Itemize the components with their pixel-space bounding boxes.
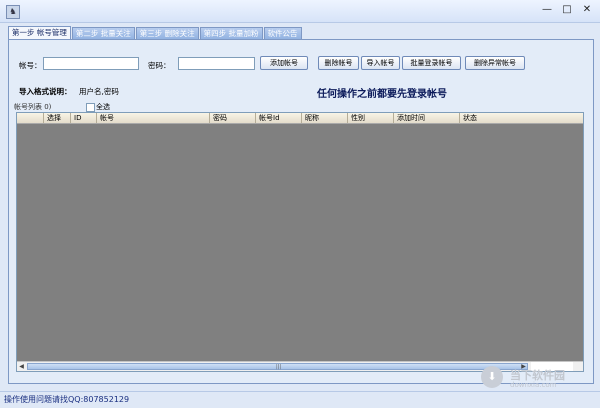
title-bar: ♞ — □ ✕: [0, 0, 600, 23]
password-label: 密码：: [148, 61, 171, 70]
batch-login-button[interactable]: 批量登录帐号: [402, 56, 461, 70]
down-arrow-icon: ⬇: [481, 366, 503, 388]
account-list-title: 帐号列表 0): [14, 103, 52, 111]
delete-abnormal-button[interactable]: 删除异常帐号: [465, 56, 525, 70]
column-header-account[interactable]: 帐号: [96, 113, 209, 123]
password-input[interactable]: [178, 57, 255, 70]
minimize-button[interactable]: —: [538, 3, 556, 17]
column-header-status[interactable]: 状态: [459, 113, 583, 123]
tab-account-management[interactable]: 第一步 帐号管理: [8, 26, 71, 40]
column-header-account-id[interactable]: 帐号Id: [255, 113, 301, 123]
column-header-nickname[interactable]: 昵称: [301, 113, 347, 123]
import-account-button[interactable]: 导入帐号: [361, 56, 400, 70]
scroll-left-icon[interactable]: ◀: [17, 362, 26, 371]
add-account-button[interactable]: 添加帐号: [260, 56, 308, 70]
column-header-select[interactable]: 选择: [43, 113, 70, 123]
close-button[interactable]: ✕: [578, 3, 596, 17]
app-icon: ♞: [6, 5, 20, 19]
account-label: 帐号：: [19, 61, 42, 70]
maximize-button[interactable]: □: [558, 3, 576, 17]
select-all-checkbox[interactable]: [86, 103, 95, 112]
column-header-id[interactable]: ID: [70, 113, 96, 123]
tab-strip: 第一步 帐号管理 第二步 批量关注 第三步 删除关注 第四步 批量加粉 软件公告: [8, 26, 303, 40]
import-format-value: 用户名,密码: [79, 87, 119, 96]
delete-account-button[interactable]: 删除帐号: [318, 56, 359, 70]
watermark-subtext: downxia.com: [510, 381, 557, 389]
account-management-panel: 帐号： 密码： 添加帐号 删除帐号 导入帐号 批量登录帐号 删除异常帐号 导入格…: [8, 39, 594, 384]
select-all-label: 全选: [96, 103, 110, 111]
status-bar: 操作使用问题请找QQ:807852129: [0, 391, 600, 408]
column-header-added-time[interactable]: 添加时间: [393, 113, 459, 123]
account-input[interactable]: [43, 57, 139, 70]
table-header: 选择 ID 帐号 密码 帐号Id 昵称 性别 添加时间 状态: [17, 113, 583, 124]
login-notice: 任何操作之前都要先登录帐号: [317, 89, 447, 100]
column-header-password[interactable]: 密码: [209, 113, 255, 123]
column-header-gender[interactable]: 性别: [347, 113, 393, 123]
scrollbar-thumb[interactable]: |||: [27, 363, 528, 370]
import-format-label: 导入格式说明：: [19, 87, 72, 96]
status-text: 操作使用问题请找QQ:807852129: [4, 395, 130, 404]
account-table[interactable]: 选择 ID 帐号 密码 帐号Id 昵称 性别 添加时间 状态 ◀ ||| ▶: [16, 112, 584, 372]
grip-icon: |||: [276, 364, 282, 370]
